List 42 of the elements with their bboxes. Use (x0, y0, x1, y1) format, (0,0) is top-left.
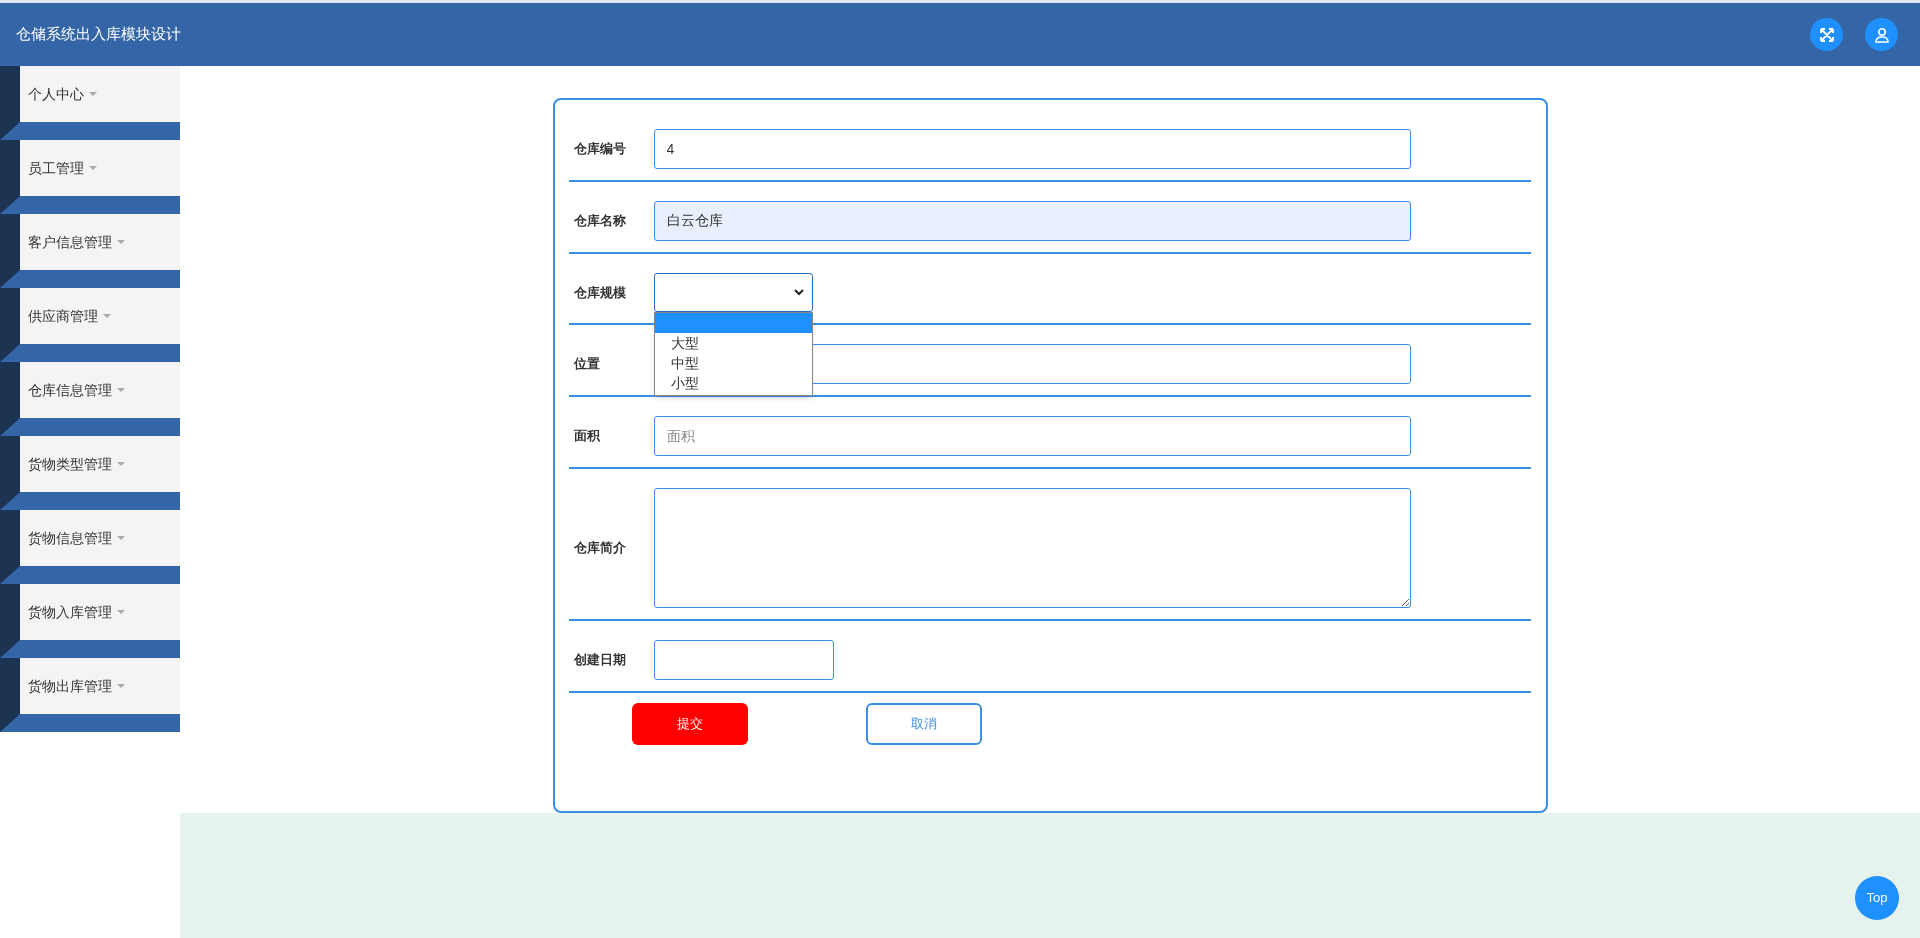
caret-icon (117, 610, 125, 614)
sidebar-item[interactable]: 货物类型管理 (20, 436, 180, 492)
fullscreen-icon (1818, 26, 1835, 43)
date-field[interactable] (653, 640, 834, 680)
sidebar-item[interactable]: 供应商管理 (20, 288, 180, 344)
user-button[interactable] (1865, 18, 1898, 51)
app-title: 仓储系统出入库模块设计 (16, 24, 182, 45)
field-label: 位置 (573, 355, 601, 374)
cancel-button[interactable]: 取消 (865, 703, 982, 745)
caret-icon (103, 314, 111, 318)
caret-icon (89, 166, 97, 170)
field-label: 面积 (573, 427, 601, 446)
caret-icon (117, 684, 125, 688)
fullscreen-button[interactable] (1810, 18, 1843, 51)
sidebar-item[interactable]: 货物出库管理 (20, 658, 180, 714)
sidebar-item[interactable]: 货物入库管理 (20, 584, 180, 640)
textarea-field[interactable] (653, 488, 1411, 608)
select-field[interactable] (653, 273, 813, 312)
input-field[interactable]: 4 (653, 129, 1411, 169)
dropdown-option[interactable]: 中型 (654, 353, 812, 373)
field-label: 创建日期 (573, 651, 627, 670)
sidebar-item[interactable]: 客户信息管理 (20, 214, 180, 270)
dropdown-option[interactable]: 大型 (654, 333, 812, 353)
field-label: 仓库编号 (573, 140, 627, 159)
dropdown-option[interactable]: 小型 (654, 373, 812, 393)
caret-icon (117, 462, 125, 466)
sidebar-item[interactable]: 货物信息管理 (20, 510, 180, 566)
caret-icon (89, 92, 97, 96)
sidebar-item[interactable]: 员工管理 (20, 140, 180, 196)
sidebar-item[interactable]: 仓库信息管理 (20, 362, 180, 418)
caret-icon (117, 536, 125, 540)
input-field[interactable]: 白云仓库 (653, 201, 1411, 241)
field-label: 仓库规模 (573, 283, 627, 302)
field-label: 仓库简介 (573, 539, 627, 558)
chevron-down-icon (793, 289, 804, 296)
input-field[interactable]: 面积 (653, 416, 1411, 456)
user-icon (1873, 26, 1890, 43)
caret-icon (117, 240, 125, 244)
submit-button[interactable]: 提交 (631, 703, 748, 745)
caret-icon (117, 388, 125, 392)
field-label: 仓库名称 (573, 212, 627, 231)
sidebar-item[interactable]: 个人中心 (20, 66, 180, 122)
